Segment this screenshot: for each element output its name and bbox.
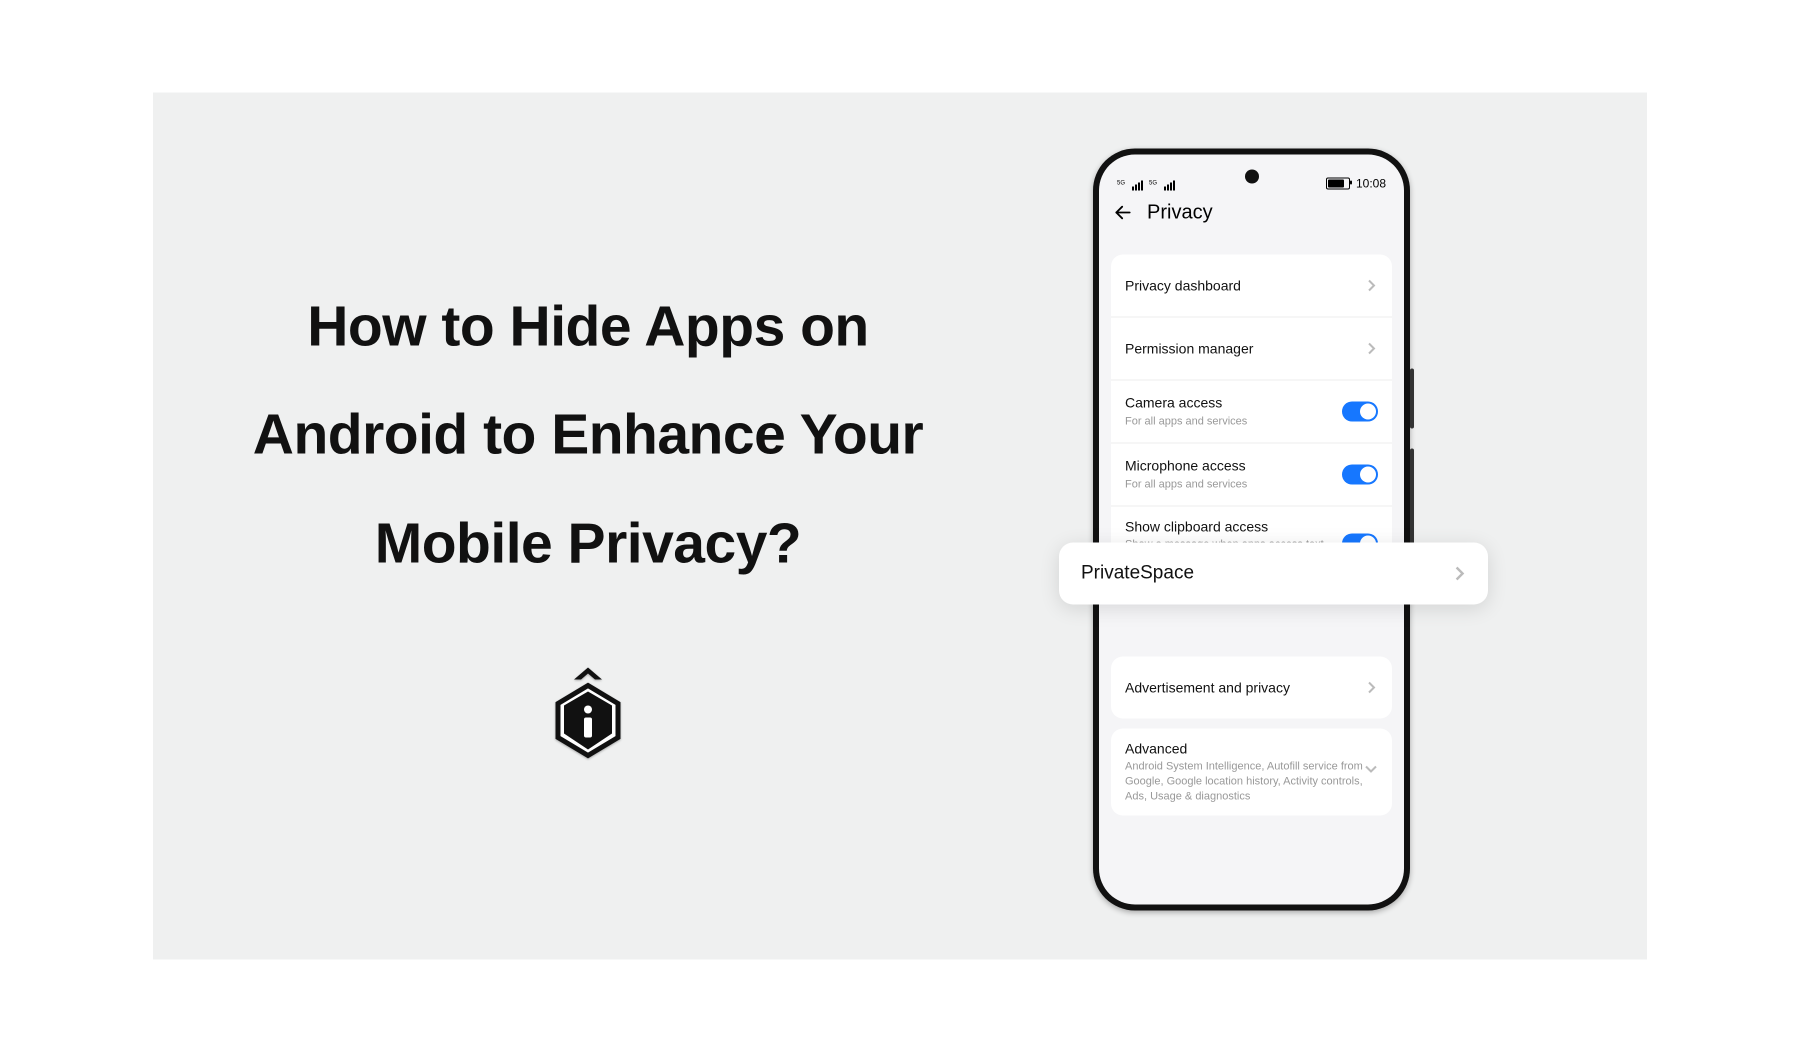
title-line-3: Mobile Privacy? — [253, 489, 923, 597]
settings-card-1: Privacy dashboard Permission manager — [1111, 255, 1392, 579]
chevron-right-icon — [1364, 680, 1378, 694]
title-line-1: How to Hide Apps on — [253, 273, 923, 381]
network-type-1: 5G — [1117, 181, 1125, 187]
chevron-right-icon — [1364, 279, 1378, 293]
chevron-down-icon — [1364, 761, 1378, 775]
row-title: Advanced — [1125, 739, 1364, 757]
logo — [552, 667, 624, 761]
row-advanced[interactable]: Advanced Android System Intelligence, Au… — [1111, 728, 1392, 815]
page-title: Privacy — [1147, 201, 1213, 224]
settings-card-2: Advertisement and privacy — [1111, 656, 1392, 718]
status-left: 5G 5G — [1117, 181, 1175, 191]
settings-card-3: Advanced Android System Intelligence, Au… — [1111, 728, 1392, 815]
battery-icon — [1326, 178, 1350, 190]
row-advertisement-privacy[interactable]: Advertisement and privacy — [1111, 656, 1392, 718]
left-column: How to Hide Apps on Android to Enhance Y… — [153, 93, 1023, 960]
signal-icon-1 — [1132, 181, 1143, 191]
lock-info-icon — [552, 667, 624, 761]
article-title: How to Hide Apps on Android to Enhance Y… — [253, 273, 923, 598]
row-privacy-dashboard[interactable]: Privacy dashboard — [1111, 255, 1392, 317]
row-microphone-access[interactable]: Microphone access For all apps and servi… — [1111, 443, 1392, 506]
row-title: Advertisement and privacy — [1125, 678, 1364, 696]
figure-canvas: How to Hide Apps on Android to Enhance Y… — [153, 93, 1647, 960]
status-right: 10:08 — [1326, 177, 1386, 191]
row-title: Permission manager — [1125, 339, 1364, 357]
right-column: 5G 5G — [1023, 93, 1643, 960]
front-camera — [1245, 170, 1259, 184]
row-permission-manager[interactable]: Permission manager — [1111, 317, 1392, 380]
row-title: Privacy dashboard — [1125, 276, 1364, 294]
row-subtitle: For all apps and services — [1125, 414, 1342, 429]
row-camera-access[interactable]: Camera access For all apps and services — [1111, 380, 1392, 443]
private-space-label: PrivateSpace — [1081, 563, 1194, 585]
title-line-2: Android to Enhance Your — [253, 381, 923, 489]
toggle-on[interactable] — [1342, 465, 1378, 485]
row-title: Camera access — [1125, 394, 1342, 412]
clock: 10:08 — [1356, 177, 1386, 191]
phone-screen: 5G 5G — [1099, 155, 1404, 905]
back-button[interactable] — [1113, 203, 1133, 223]
chevron-right-icon — [1364, 342, 1378, 356]
phone-frame: 5G 5G — [1093, 149, 1410, 911]
arrow-left-icon — [1113, 203, 1133, 223]
chevron-right-icon — [1452, 567, 1466, 581]
network-type-2: 5G — [1149, 181, 1157, 187]
row-title: Microphone access — [1125, 457, 1342, 475]
row-title: Show clipboard access — [1125, 518, 1342, 536]
private-space-card[interactable]: PrivateSpace — [1059, 543, 1488, 605]
row-subtitle: Android System Intelligence, Autofill se… — [1125, 760, 1364, 805]
toggle-on[interactable] — [1342, 402, 1378, 422]
row-subtitle: For all apps and services — [1125, 477, 1342, 492]
page-header: Privacy — [1099, 191, 1404, 235]
signal-icon-2 — [1164, 181, 1175, 191]
